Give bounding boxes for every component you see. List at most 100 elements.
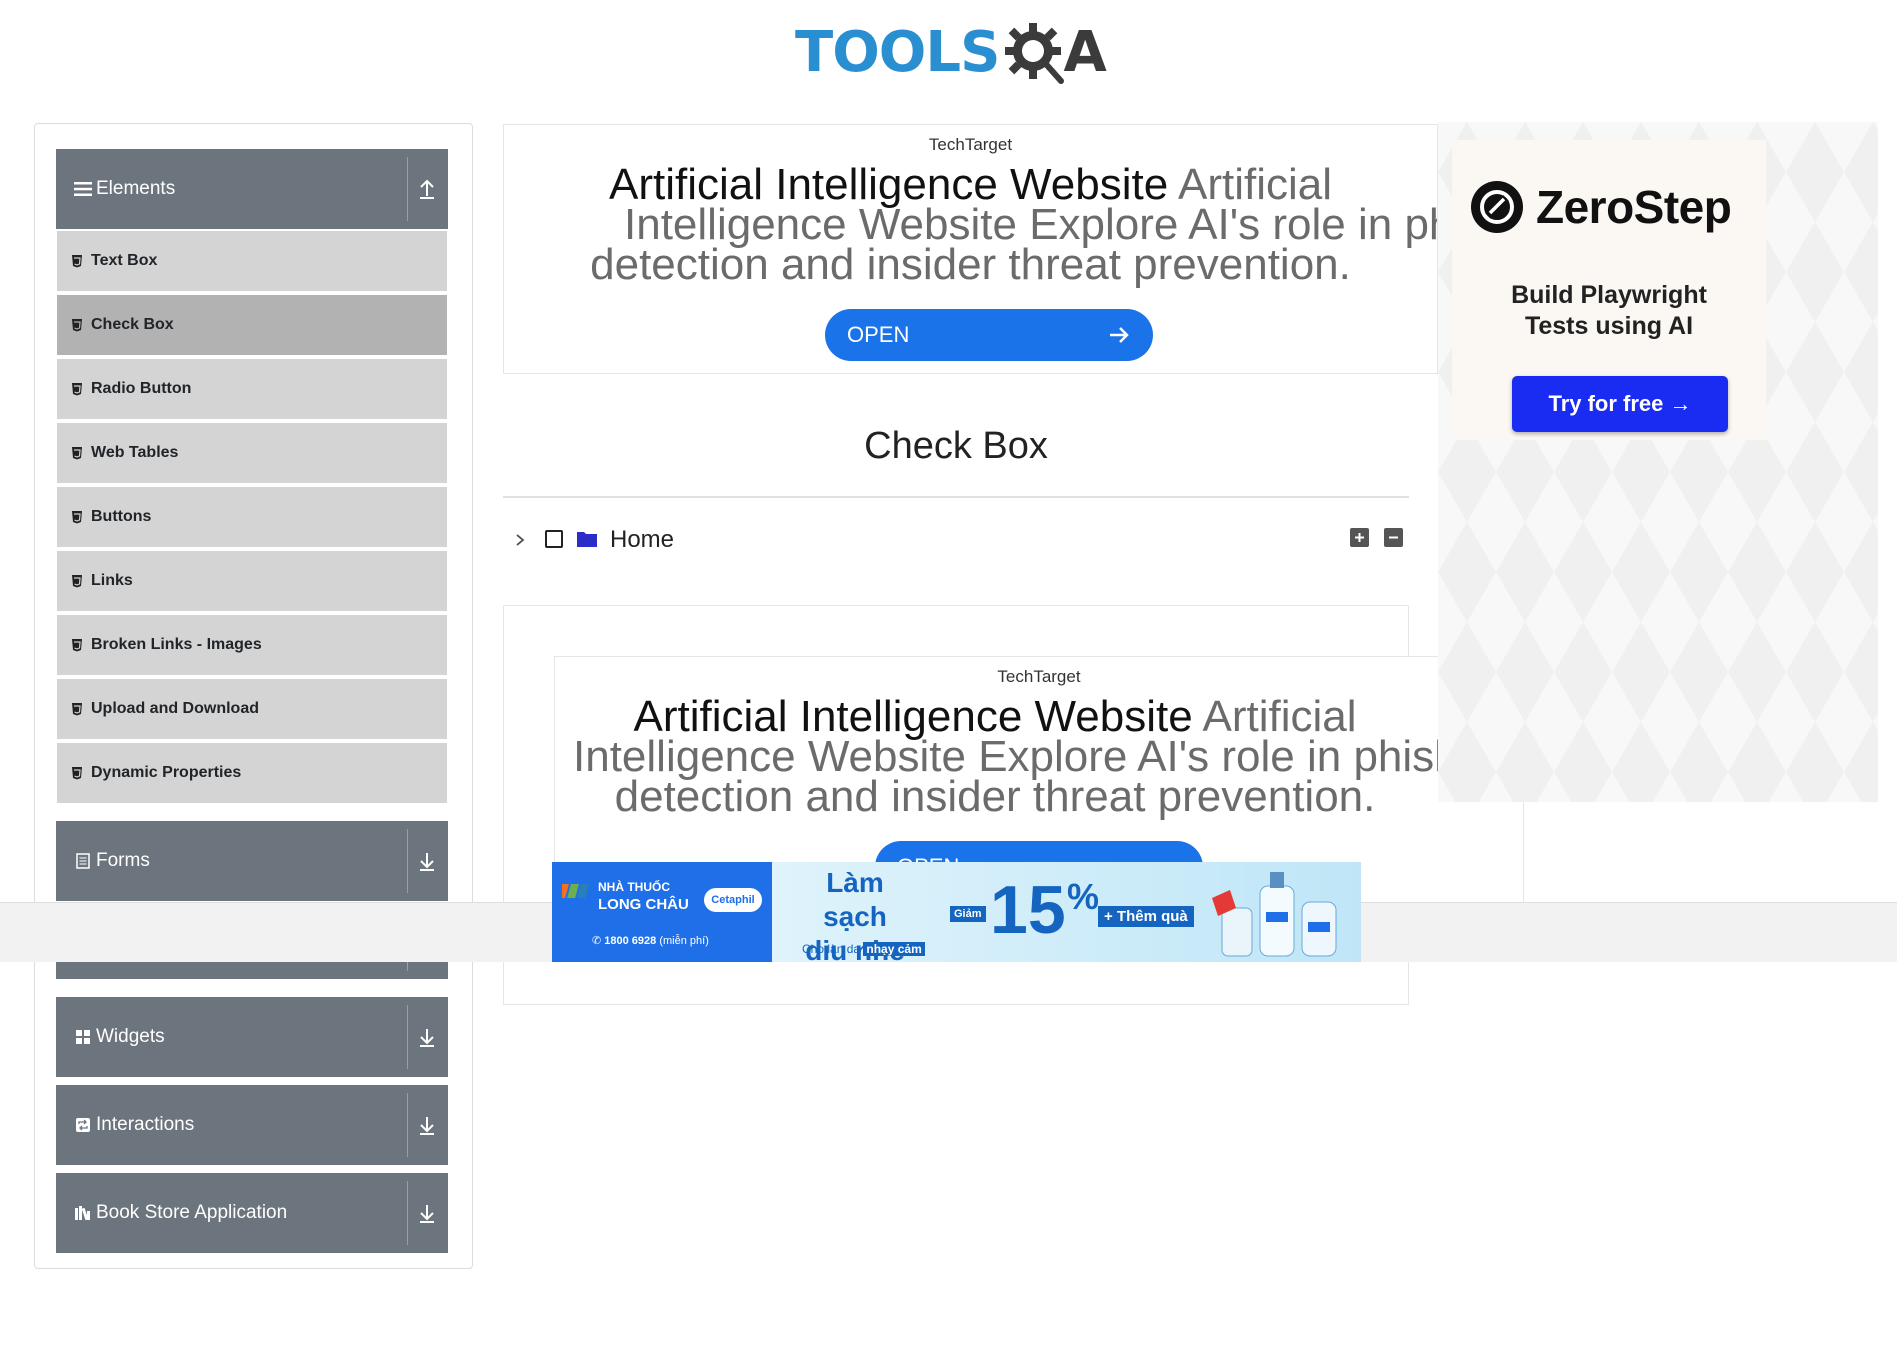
group-divider	[407, 1093, 408, 1157]
menu-item-buttons[interactable]: Buttons	[57, 487, 447, 549]
html5-icon	[72, 447, 82, 460]
menu-item-dynamic-properties[interactable]: Dynamic Properties	[57, 743, 447, 805]
ad-headline: Artificial Intelligence Website Artifici…	[555, 695, 1435, 739]
menu-item-radio-button[interactable]: Radio Button	[57, 359, 447, 421]
store-line2: LONG CHÂU	[598, 896, 689, 913]
right-advertisement[interactable]: ZeroStep Build Playwright Tests using AI…	[1438, 122, 1878, 802]
minus-icon	[1389, 536, 1398, 539]
menu-item-label: Dynamic Properties	[91, 764, 242, 781]
menu-item-label: Links	[91, 572, 133, 589]
pharmacy-banner-ad[interactable]: NHÀ THUỐC LONG CHÂU Cetaphil ✆ 1800 6928…	[552, 862, 1361, 962]
discount-label: Giảm	[950, 906, 986, 922]
group-header-interactions[interactable]: Interactions	[56, 1085, 448, 1165]
ad-headline-line3: detection and insider threat prevention.	[590, 240, 1351, 289]
ad-open-label: OPEN	[847, 322, 910, 347]
group-label-book-store: Book Store Application	[96, 1202, 288, 1223]
ad-headline: Artificial Intelligence Website Artifici…	[504, 163, 1437, 207]
menu-item-label: Radio Button	[91, 380, 192, 397]
down-arrow-icon[interactable]	[416, 1025, 438, 1049]
phone-icon: ✆	[592, 935, 605, 947]
logo-qa-text: A	[1003, 20, 1107, 85]
home-label[interactable]: Home	[610, 526, 674, 554]
down-arrow-icon[interactable]	[416, 1201, 438, 1225]
store-phone: ✆ 1800 6928 (miễn phí)	[592, 934, 709, 947]
left-sidebar: Elements Text Box Check Box Radio Button…	[34, 123, 473, 1269]
zerostep-brand: ZeroStep	[1536, 181, 1732, 233]
menu-item-label: Text Box	[91, 252, 158, 269]
ad-headline-line2: Intelligence Website Explore AI's role i…	[573, 732, 1459, 781]
toolsqa-logo[interactable]: TOOLS A	[795, 14, 1125, 92]
group-label-forms: Forms	[96, 850, 150, 871]
html5-icon	[72, 639, 82, 652]
home-checkbox[interactable]	[545, 530, 563, 548]
top-advertisement[interactable]: TechTarget Artificial Intelligence Websi…	[503, 124, 1438, 374]
zerostep-tagline: Build Playwright Tests using AI	[1452, 280, 1766, 342]
banner-store-panel: NHÀ THUỐC LONG CHÂU Cetaphil ✆ 1800 6928…	[552, 862, 772, 962]
down-arrow-icon[interactable]	[416, 1113, 438, 1137]
interactions-icon	[74, 1116, 92, 1134]
logo-a-letter: A	[1063, 20, 1107, 85]
zerostep-tagline-1: Build Playwright	[1511, 281, 1707, 309]
menu-item-check-box[interactable]: Check Box	[57, 295, 447, 357]
expand-all-button[interactable]	[1350, 528, 1369, 547]
banner-promo-panel: Làm sạch dịu nhẹ Cho làn da nhạy cảm Giả…	[772, 862, 1361, 962]
zerostep-logo-icon	[1471, 181, 1523, 233]
html5-icon	[72, 319, 82, 332]
promo-tagline-text: Cho làn da	[802, 942, 861, 956]
group-header-book-store[interactable]: Book Store Application	[56, 1173, 448, 1253]
html5-icon	[72, 511, 82, 524]
ad-brand: TechTarget	[928, 135, 1013, 154]
menu-item-label: Check Box	[91, 316, 174, 333]
up-arrow-icon[interactable]	[416, 177, 438, 201]
menu-item-text-box[interactable]: Text Box	[57, 231, 447, 293]
folder-icon	[577, 532, 597, 547]
ad-headline-line3: detection and insider threat prevention.	[614, 772, 1376, 821]
arrow-right-icon	[1110, 327, 1129, 343]
menu-item-upload-download[interactable]: Upload and Download	[57, 679, 447, 741]
menu-item-label: Upload and Download	[91, 700, 259, 717]
down-arrow-icon[interactable]	[416, 849, 438, 873]
logo-tools-text: TOOLS	[795, 20, 1000, 85]
plus-icon	[1355, 533, 1364, 542]
discount-value: 15	[990, 872, 1066, 948]
group-label-elements: Elements	[96, 178, 176, 199]
menu-item-web-tables[interactable]: Web Tables	[57, 423, 447, 485]
group-divider	[407, 1181, 408, 1245]
widgets-icon	[74, 1028, 92, 1046]
zerostep-card: ZeroStep Build Playwright Tests using AI…	[1452, 140, 1766, 440]
page-title: Check Box	[864, 425, 1048, 467]
group-header-forms[interactable]: Forms	[56, 821, 448, 901]
extra-gift-badge: + Thêm quà	[1098, 906, 1194, 927]
group-header-elements[interactable]: Elements	[56, 149, 448, 229]
book-icon	[74, 1204, 92, 1222]
title-divider	[503, 496, 1409, 498]
group-divider	[407, 157, 408, 221]
promo-headline-1: Làm sạch	[823, 867, 887, 932]
html5-icon	[72, 767, 82, 780]
phone-note: (miễn phí)	[659, 935, 709, 947]
promo-tagline-highlight: nhạy cảm	[863, 942, 925, 956]
ad-headline-line2: Intelligence Website Explore AI's role i…	[624, 200, 1437, 249]
phone-number: 1800 6928	[604, 935, 657, 947]
html5-icon	[72, 575, 82, 588]
chevron-right-icon[interactable]	[510, 528, 530, 552]
html5-icon	[72, 255, 82, 268]
ad-open-button[interactable]: OPEN	[825, 309, 1153, 361]
hamburger-icon	[74, 180, 92, 198]
try-for-free-button[interactable]: Try for free →	[1512, 376, 1728, 432]
promo-tagline: Cho làn da nhạy cảm	[802, 942, 925, 956]
group-divider	[407, 829, 408, 893]
cetaphil-badge: Cetaphil	[704, 888, 762, 912]
html5-icon	[72, 703, 82, 716]
form-icon	[74, 852, 92, 870]
html5-icon	[72, 383, 82, 396]
menu-item-broken-links[interactable]: Broken Links - Images	[57, 615, 447, 677]
collapse-all-button[interactable]	[1384, 528, 1403, 547]
product-bottles-image	[1212, 872, 1337, 957]
checkbox-tree-root: Home	[510, 520, 1410, 560]
menu-item-links[interactable]: Links	[57, 551, 447, 613]
fpt-logo-icon	[562, 884, 589, 898]
gear-icon	[1005, 23, 1065, 84]
group-header-widgets[interactable]: Widgets	[56, 997, 448, 1077]
menu-item-label: Web Tables	[91, 444, 179, 461]
